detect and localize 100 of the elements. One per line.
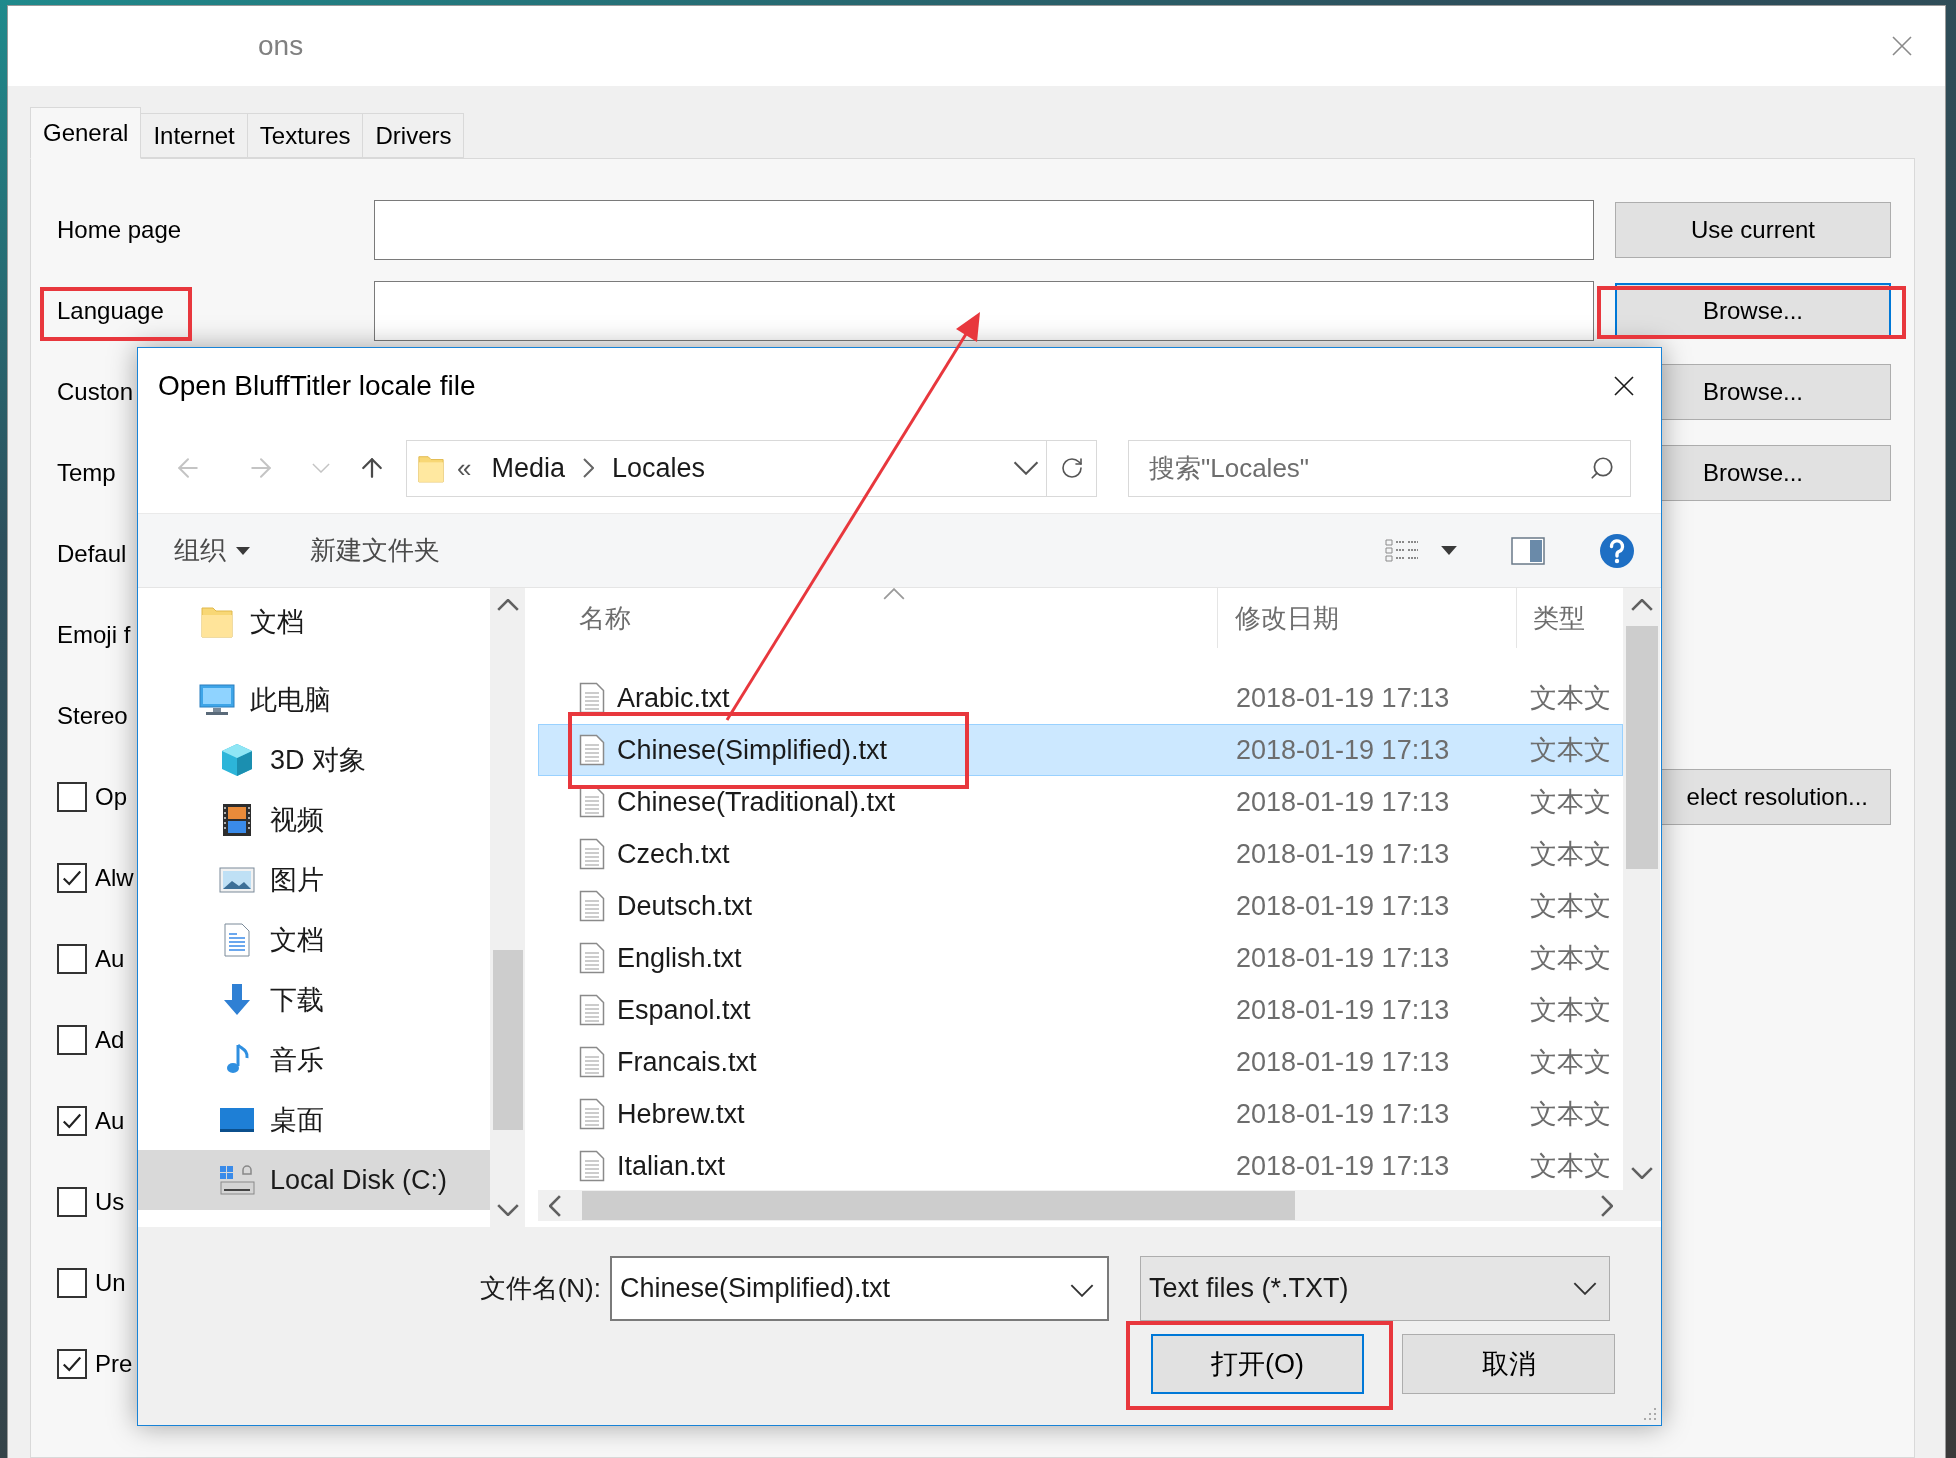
file-name: Chinese(Traditional).txt <box>617 786 896 818</box>
column-header[interactable]: 修改日期 <box>1235 600 1339 636</box>
file-date: 2018-01-19 17:13 <box>1235 942 1451 974</box>
text-file-icon <box>579 942 605 974</box>
file-date: 2018-01-19 17:13 <box>1235 838 1451 870</box>
file-date: 2018-01-19 17:13 <box>1235 994 1451 1026</box>
dialog-button[interactable]: 取消 <box>1402 1334 1615 1394</box>
file-date: 2018-01-19 17:13 <box>1235 682 1451 714</box>
file-name: Arabic.txt <box>617 682 730 714</box>
chevron-down-icon <box>496 1204 519 1216</box>
field-label: Language <box>57 296 164 325</box>
file-type: 文本文 <box>1529 1098 1612 1131</box>
checkbox[interactable] <box>57 1348 87 1379</box>
search-field[interactable]: 搜索"Locales" <box>1128 439 1631 497</box>
tab[interactable]: Textures <box>246 113 364 158</box>
chevron-down-icon <box>1573 1282 1597 1295</box>
drive-icon <box>218 1162 256 1198</box>
checkbox-label: Au <box>95 944 125 973</box>
checkbox-label: Un <box>95 1268 126 1297</box>
file-row[interactable]: Hebrew.txt 2018-01-19 17:13 文本文 <box>538 1088 1623 1140</box>
caret-icon <box>1441 546 1457 555</box>
nav-item[interactable]: 此电脑 <box>138 670 490 730</box>
file-row[interactable]: Italian.txt 2018-01-19 17:13 文本文 <box>538 1140 1623 1190</box>
nav-item[interactable]: 音乐 <box>138 1030 490 1090</box>
file-date: 2018-01-19 17:13 <box>1235 734 1451 766</box>
file-row[interactable]: Deutsch.txt 2018-01-19 17:13 文本文 <box>538 880 1623 932</box>
file-row[interactable]: Arabic.txt 2018-01-19 17:13 文本文 <box>538 672 1623 724</box>
list-view-icon <box>1385 537 1419 564</box>
sort-caret-icon <box>883 588 905 600</box>
field-label: Emoji f <box>57 620 131 649</box>
nav-item[interactable]: 视频 <box>138 790 490 850</box>
file-name: Espanol.txt <box>617 994 751 1026</box>
scrollbar[interactable] <box>1623 588 1660 1190</box>
text-file-icon <box>579 682 605 714</box>
file-name: Italian.txt <box>617 1150 726 1182</box>
scroll-thumb[interactable] <box>492 950 523 1130</box>
breadcrumb[interactable]: Media <box>485 452 571 484</box>
checkbox[interactable] <box>57 1186 87 1217</box>
scrollbar[interactable] <box>490 588 525 1227</box>
column-header[interactable]: 名称 <box>579 600 631 636</box>
checkbox[interactable] <box>57 862 87 893</box>
dialog-button[interactable]: 打开(O) <box>1151 1334 1364 1394</box>
refresh-icon <box>1059 456 1084 480</box>
text-file-icon <box>579 734 605 766</box>
checkbox[interactable] <box>57 1105 87 1136</box>
file-row[interactable]: Espanol.txt 2018-01-19 17:13 文本文 <box>538 984 1623 1036</box>
checkbox[interactable] <box>57 1024 87 1055</box>
push-button[interactable]: Use current <box>1615 201 1891 258</box>
nav-item[interactable]: 文档 <box>138 910 490 970</box>
text-field[interactable] <box>374 199 1594 260</box>
file-row[interactable]: Czech.txt 2018-01-19 17:13 文本文 <box>538 828 1623 880</box>
file-type: 文本文 <box>1529 942 1612 975</box>
toolbar-button[interactable]: 新建文件夹 <box>310 525 440 576</box>
checkbox-label: Op <box>95 782 127 811</box>
resize-grip-icon[interactable] <box>1641 1405 1657 1421</box>
nav-item[interactable]: 图片 <box>138 850 490 910</box>
nav-item[interactable]: 下载 <box>138 970 490 1030</box>
nav-item[interactable]: 文档 <box>138 592 490 652</box>
nav-item[interactable]: 3D 对象 <box>138 730 490 790</box>
file-type: 文本文 <box>1529 838 1612 871</box>
checkbox[interactable] <box>57 943 87 974</box>
text-file-icon <box>579 1046 605 1078</box>
checkbox-label: Au <box>95 1106 125 1135</box>
text-field[interactable] <box>374 280 1594 341</box>
scroll-thumb[interactable] <box>1625 626 1658 869</box>
file-type: 文本文 <box>1529 1046 1612 1079</box>
tab[interactable]: Drivers <box>362 113 465 158</box>
file-row[interactable]: Chinese(Simplified).txt 2018-01-19 17:13 文本文 <box>538 724 1623 776</box>
toolbar-button[interactable]: 组织 <box>174 525 250 576</box>
breadcrumb[interactable]: Locales <box>606 452 712 484</box>
overflow-marker: « <box>457 452 472 484</box>
tab[interactable]: General <box>30 107 142 159</box>
checkbox-label: Us <box>95 1187 125 1216</box>
file-row[interactable]: English.txt 2018-01-19 17:13 文本文 <box>538 932 1623 984</box>
field-label: Defaul <box>57 539 127 568</box>
file-name-combo[interactable]: Chinese(Simplified).txt <box>611 1257 1108 1320</box>
file-name: Czech.txt <box>617 838 730 870</box>
address-bar[interactable]: « Media Locales <box>406 439 1097 497</box>
pane-icon <box>1511 536 1545 565</box>
folder-icon <box>198 604 236 640</box>
chevron-down-icon <box>1070 1284 1094 1297</box>
file-row[interactable]: Francais.txt 2018-01-19 17:13 文本文 <box>538 1036 1623 1088</box>
checkbox[interactable] <box>57 781 87 812</box>
file-date: 2018-01-19 17:13 <box>1235 786 1451 818</box>
file-type-dropdown[interactable]: Text files (*.TXT) <box>1140 1256 1610 1321</box>
column-header[interactable]: 类型 <box>1533 600 1585 636</box>
tab[interactable]: Internet <box>140 113 248 158</box>
file-name: Chinese(Simplified).txt <box>617 734 888 766</box>
scroll-thumb[interactable] <box>582 1191 1295 1220</box>
checkbox-label: Ad <box>95 1025 125 1054</box>
field-label: Stereo <box>57 701 128 730</box>
nav-item[interactable]: Local Disk (C:) <box>138 1150 490 1210</box>
file-type: 文本文 <box>1529 682 1612 715</box>
nav-item[interactable]: 桌面 <box>138 1090 490 1150</box>
close-icon <box>1612 373 1636 398</box>
chevron-up-icon <box>1630 599 1653 611</box>
checkbox[interactable] <box>57 1267 87 1298</box>
horizontal-scrollbar[interactable] <box>538 1190 1661 1221</box>
field-label: Custon <box>57 377 134 406</box>
text-file-icon <box>579 1098 605 1130</box>
